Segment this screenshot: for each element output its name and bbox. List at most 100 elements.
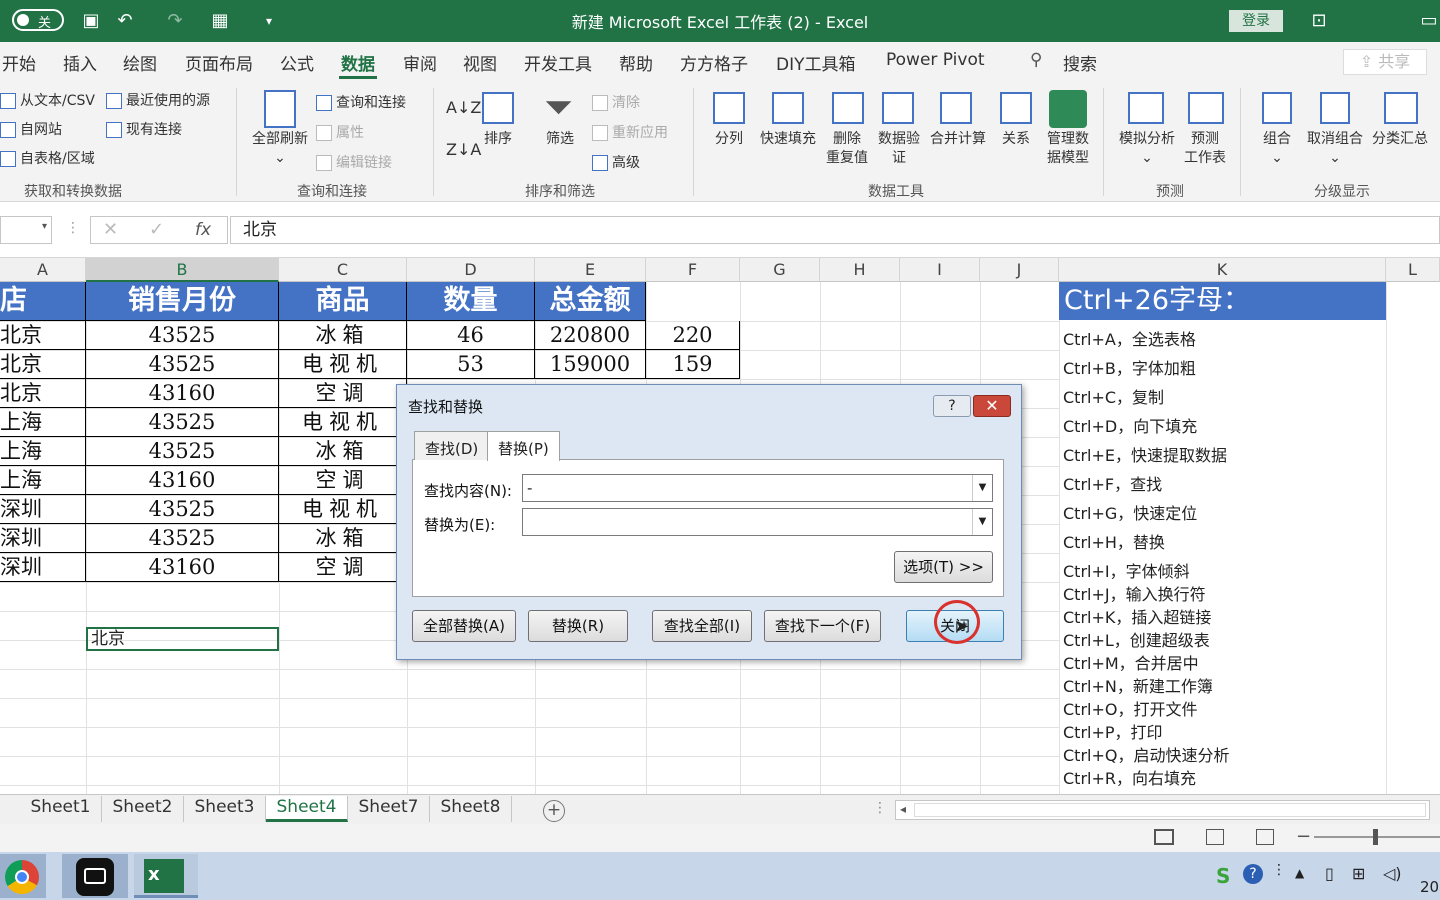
group-icon[interactable] [1262,92,1292,124]
sort-button[interactable]: 排序 [478,130,518,149]
tab-power-pivot[interactable]: Power Pivot [886,50,985,70]
remove-duplicates-button[interactable]: 删除 重复值 [822,130,872,168]
text-to-columns-button[interactable]: 分列 [706,130,752,149]
manage-data-model-button[interactable]: 管理数 据模型 [1040,130,1096,168]
find-all-button[interactable]: 查找全部(I) [652,610,752,642]
table-cell[interactable]: 43525 [86,321,279,350]
search-box[interactable]: 搜索 [1063,50,1097,75]
subtotal-icon[interactable] [1384,92,1418,124]
shortcut-item[interactable]: Ctrl+K，插入超链接 [1059,604,1386,628]
table-cell[interactable]: 53 [407,350,535,379]
column-header-f[interactable]: F [646,258,740,282]
column-header-b[interactable]: B [86,258,279,282]
sheet-tab-sheet1[interactable]: Sheet1 [20,796,102,822]
flash-fill-icon[interactable] [772,92,804,124]
insert-function-icon[interactable]: fx [195,220,211,240]
clear-filter-button[interactable]: 清除 [592,92,640,112]
dialog-close-icon[interactable]: ✕ [973,395,1011,417]
shortcut-item[interactable]: Ctrl+H，替换 [1059,529,1386,553]
column-header-a[interactable]: A [0,258,86,282]
table-cell[interactable]: 43525 [86,437,279,466]
table-cell[interactable]: 43525 [86,524,279,553]
refresh-all-button[interactable]: 全部刷新 ⌄ [246,130,314,168]
forecast-sheet-icon[interactable] [1188,92,1224,124]
dialog-help-button[interactable]: ? [933,395,971,417]
sheet-tab-sheet3[interactable]: Sheet3 [184,796,266,822]
table-cell[interactable]: 43160 [86,379,279,408]
refresh-all-icon[interactable] [264,90,296,128]
find-input[interactable]: - ▼ [522,474,993,502]
show-hidden-icons-icon[interactable]: ▲ [1295,866,1304,880]
chrome-taskbar-item[interactable] [0,854,46,898]
share-button[interactable]: ⇪ 共享 [1343,49,1427,75]
ungroup-icon[interactable] [1320,92,1350,124]
tab-view[interactable]: 视图 [463,50,497,75]
shortcut-item[interactable]: Ctrl+E，快速提取数据 [1059,442,1386,466]
subtotal-button[interactable]: 分类汇总 [1368,130,1432,149]
column-header-e[interactable]: E [535,258,646,282]
tab-split-grip[interactable]: ⋮ [873,800,887,816]
table-cell[interactable]: 上海 [0,408,86,437]
table-cell[interactable]: 冰箱 [279,321,407,350]
filter-button[interactable]: 筛选 [540,130,580,149]
network-icon[interactable]: ⊞ [1352,864,1365,883]
shortcut-item[interactable]: Ctrl+P，打印 [1059,719,1386,743]
shortcut-item[interactable]: Ctrl+N，新建工作簿 [1059,673,1386,697]
shortcut-item[interactable]: Ctrl+R，向右填充 [1059,765,1386,789]
replace-all-button[interactable]: 全部替换(A) [412,610,516,642]
column-header-k[interactable]: K [1059,258,1386,282]
zoom-slider-thumb[interactable] [1373,829,1378,845]
sheet-tab-sheet4[interactable]: Sheet4 [266,796,348,822]
find-next-button[interactable]: 查找下一个(F) [764,610,881,642]
shortcut-item[interactable]: Ctrl+M，合并居中 [1059,650,1386,674]
clock[interactable]: 20 [1420,878,1439,896]
tab-home[interactable]: 开始 [2,50,36,75]
consolidate-icon[interactable] [940,92,972,124]
tab-insert[interactable]: 插入 [63,50,97,75]
table-cell[interactable]: 43160 [86,466,279,495]
table-cell[interactable]: 深圳 [0,524,86,553]
table-cell[interactable]: 43160 [86,553,279,582]
table-cell[interactable]: 北京 [0,321,86,350]
shortcut-title[interactable]: Ctrl+26字母： [1059,282,1386,320]
tab-developer[interactable]: 开发工具 [524,50,592,75]
table-cell[interactable]: 空调 [279,466,407,495]
tab-data[interactable]: 数据 [341,50,375,75]
table-header[interactable]: 数量 [407,282,535,321]
sort-asc-icon[interactable]: A↓Z [446,98,481,117]
from-text-csv-button[interactable]: 从文本/CSV [0,90,95,110]
column-header-d[interactable]: D [407,258,535,282]
flash-fill-button[interactable]: 快速填充 [756,130,820,149]
filter-icon[interactable]: ⏷ [544,90,573,126]
column-header-l[interactable]: L [1386,258,1440,282]
tab-replace[interactable]: 替换(P) [487,431,560,461]
queries-connections-button[interactable]: 查询和连接 [316,92,406,112]
data-model-icon[interactable] [1049,90,1087,128]
replace-input[interactable]: ▼ [522,508,993,536]
tab-formulas[interactable]: 公式 [280,50,314,75]
minimize-icon[interactable]: ▭ [1418,10,1440,32]
sheet-tab-sheet2[interactable]: Sheet2 [102,796,184,822]
what-if-icon[interactable] [1128,92,1164,124]
table-cell[interactable]: 43525 [86,350,279,379]
tab-page-layout[interactable]: 页面布局 [185,50,253,75]
table-cell[interactable]: 深圳 [0,495,86,524]
tab-draw[interactable]: 绘图 [123,50,157,75]
column-header-c[interactable]: C [279,258,407,282]
tab-review[interactable]: 审阅 [403,50,437,75]
shortcut-item[interactable]: Ctrl+O，打开文件 [1059,696,1386,720]
search-icon[interactable]: ⚲ [1030,50,1042,70]
find-dropdown-icon[interactable]: ▼ [972,475,992,501]
table-cell[interactable]: 北京 [0,350,86,379]
table-cell[interactable]: 空调 [279,379,407,408]
sort-desc-icon[interactable]: Z↓A [446,140,481,159]
existing-connections-button[interactable]: 现有连接 [106,119,182,139]
selected-cell[interactable]: 北京 [86,627,279,651]
replace-dropdown-icon[interactable]: ▼ [972,509,992,535]
scroll-left-icon[interactable]: ◂ [900,802,906,816]
ribbon-display-icon[interactable]: ⊡ [1308,10,1330,32]
table-header[interactable]: 总金额 [535,282,646,321]
name-box[interactable]: ▾ [0,216,52,244]
data-validation-button[interactable]: 数据验 证 [872,130,926,168]
shortcut-item[interactable]: Ctrl+A，全选表格 [1059,326,1386,350]
